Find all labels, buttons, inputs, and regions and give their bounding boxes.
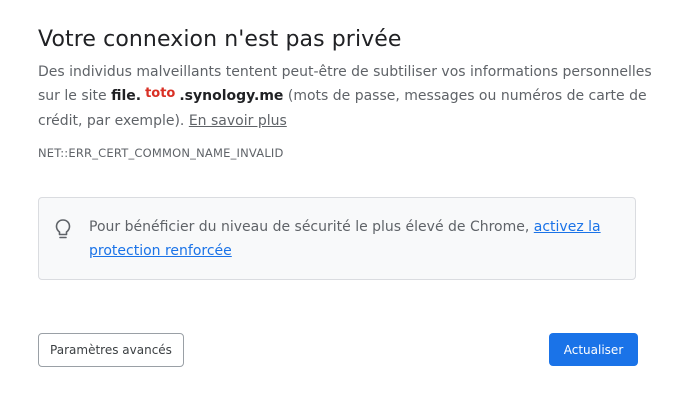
- learn-more-link[interactable]: En savoir plus: [189, 113, 287, 129]
- host-prefix: file.: [111, 88, 142, 104]
- host-suffix: .synology.me: [179, 88, 284, 104]
- redaction-overlay: toto: [145, 86, 176, 101]
- error-code: NET::ERR_CERT_COMMON_NAME_INVALID: [38, 146, 284, 160]
- tip-text: Pour bénéficier du niveau de sécurité le…: [89, 215, 609, 263]
- advanced-settings-button[interactable]: Paramètres avancés: [38, 333, 184, 367]
- reload-button[interactable]: Actualiser: [549, 333, 638, 366]
- tip-message: Pour bénéficier du niveau de sécurité le…: [89, 219, 534, 235]
- enhanced-protection-tip: Pour bénéficier du niveau de sécurité le…: [38, 197, 636, 280]
- lightbulb-icon: [54, 218, 72, 240]
- error-description: Des individus malveillants tentent peut-…: [38, 60, 658, 133]
- page-title: Votre connexion n'est pas privée: [38, 26, 402, 52]
